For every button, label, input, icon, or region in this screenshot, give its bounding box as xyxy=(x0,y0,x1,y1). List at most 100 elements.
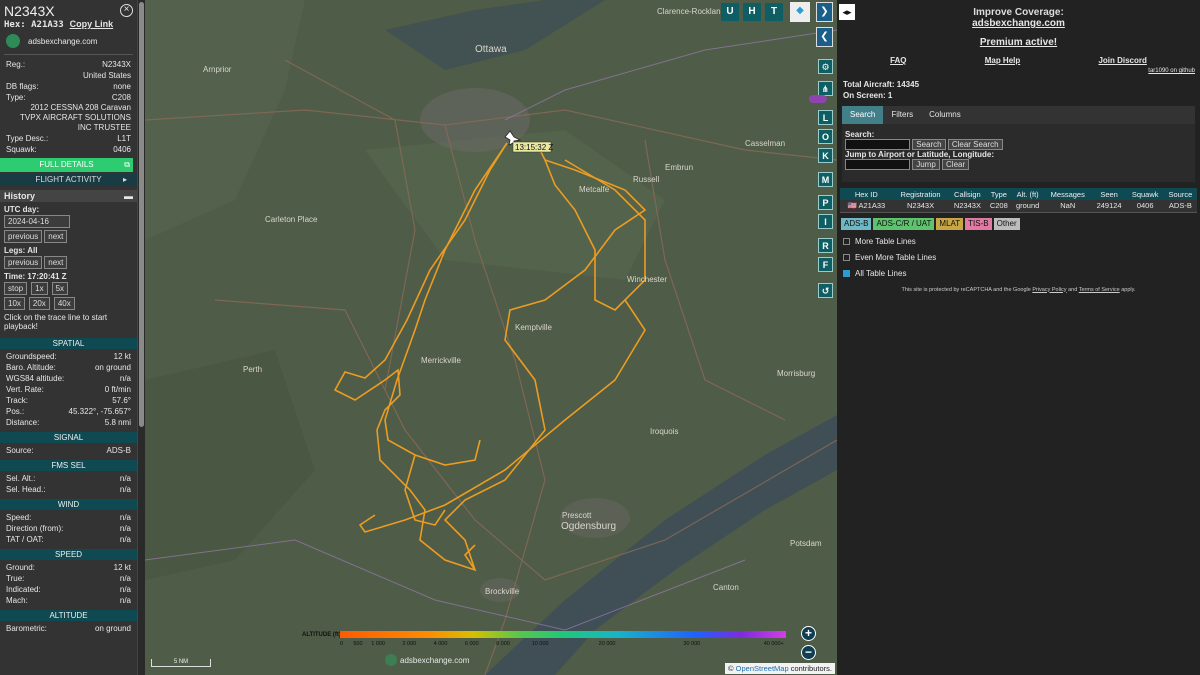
spatial-row: Groundspeed: 12 kt xyxy=(0,351,137,362)
table-cell: ADS-B xyxy=(1163,200,1197,213)
leg-previous-button[interactable]: previous xyxy=(4,256,43,269)
collapse-icon[interactable]: ▬ xyxy=(124,191,133,201)
table-row[interactable]: 🇺🇸 A21A33 N2343X N2343X C208 ground NaN 249124… xyxy=(840,200,1197,213)
close-icon[interactable]: × xyxy=(120,4,133,17)
day-previous-button[interactable]: previous xyxy=(4,230,43,243)
leg-next-button[interactable]: next xyxy=(44,256,68,269)
column-header[interactable]: Callsign xyxy=(948,188,987,200)
jump-button[interactable]: Jump xyxy=(912,159,940,170)
utc-day-input[interactable]: 2024-04-16 xyxy=(4,215,70,228)
legend-tick: 40 000+ xyxy=(763,641,784,647)
map-o-button[interactable]: O xyxy=(818,129,833,144)
wind-label: Direction (from): xyxy=(6,524,64,533)
sitemap-icon[interactable]: ⋔ xyxy=(818,81,833,96)
map-l-button[interactable]: L xyxy=(818,110,833,125)
map-p-button[interactable]: P xyxy=(818,195,833,210)
map-canvas[interactable]: Ottawa Clarence-Rockland Arnprior Casselma… xyxy=(145,0,837,675)
apply-text: apply. xyxy=(1121,286,1136,293)
map-i-button[interactable]: I xyxy=(818,214,833,229)
column-header[interactable]: Type xyxy=(986,188,1012,200)
map-help-link[interactable]: Map Help xyxy=(985,56,1021,65)
even-more-checkbox[interactable] xyxy=(843,253,850,261)
map-r-button[interactable]: R xyxy=(818,238,833,253)
filter-adsc[interactable]: ADS-C/R / UAT xyxy=(873,217,935,230)
jump-input[interactable] xyxy=(845,159,910,170)
privacy-link[interactable]: Privacy Policy xyxy=(1032,287,1066,293)
sidebar-scrollbar[interactable] xyxy=(137,0,145,675)
copy-link[interactable]: Copy Link xyxy=(70,19,114,29)
history-header[interactable]: History ▬ xyxy=(0,190,137,202)
filter-adsb[interactable]: ADS-B xyxy=(841,217,872,230)
clear-button[interactable]: Clear xyxy=(942,159,970,170)
full-details-button[interactable]: FULL DETAILS ⧉ xyxy=(0,158,133,172)
spatial-row: Distance: 5.8 nmi xyxy=(0,417,137,428)
spatial-value: 45.322°, -75.657° xyxy=(68,407,131,416)
filter-mlat[interactable]: MLAT xyxy=(936,217,964,230)
osm-link[interactable]: OpenStreetMap xyxy=(736,664,789,673)
column-header[interactable]: Seen xyxy=(1091,188,1127,200)
map-t-button[interactable]: T xyxy=(765,3,783,21)
improve-coverage-link[interactable]: adsbexchange.com xyxy=(837,18,1200,29)
aircraft-list-panel: ◂▸ Improve Coverage: adsbexchange.com Pr… xyxy=(837,0,1200,675)
expand-right-icon[interactable]: ❯ xyxy=(816,2,833,22)
adsbx-logo-icon xyxy=(385,654,397,666)
map-k-button[interactable]: K xyxy=(818,148,833,163)
zoom-out-button[interactable]: − xyxy=(801,645,816,660)
terms-link[interactable]: Terms of Service xyxy=(1079,287,1120,293)
speed-20x-button[interactable]: 20x xyxy=(28,297,50,310)
tab-columns[interactable]: Columns xyxy=(921,106,969,124)
search-input[interactable] xyxy=(845,139,910,150)
altitude-row: Barometric: on ground xyxy=(0,623,137,634)
more-lines-option[interactable]: More Table Lines xyxy=(837,230,1200,246)
premium-link[interactable]: Premium active! xyxy=(837,37,1200,48)
collapse-left-icon[interactable]: ❮ xyxy=(816,27,833,47)
beta-badge-icon[interactable] xyxy=(809,95,827,103)
filter-tisb[interactable]: TIS-B xyxy=(965,217,992,230)
search-button[interactable]: Search xyxy=(912,139,946,150)
place-label: Ottawa xyxy=(475,44,507,55)
column-header[interactable]: Hex ID xyxy=(840,188,893,200)
clear-search-button[interactable]: Clear Search xyxy=(947,139,1003,150)
recaptcha-text: This site is protected by reCAPTCHA and … xyxy=(901,286,1031,293)
speed-1x-button[interactable]: 1x xyxy=(31,282,48,295)
github-link[interactable]: tar1090 on github xyxy=(837,68,1200,74)
map-m-button[interactable]: M xyxy=(818,172,833,187)
scrollbar-thumb[interactable] xyxy=(139,2,144,427)
filter-other[interactable]: Other xyxy=(993,217,1020,230)
discord-link[interactable]: Join Discord xyxy=(1098,56,1146,65)
speed-row: Mach: n/a xyxy=(0,595,137,606)
even-more-option[interactable]: Even More Table Lines xyxy=(837,246,1200,262)
faq-link[interactable]: FAQ xyxy=(890,56,906,65)
map-u-button[interactable]: U xyxy=(721,3,739,21)
replay-icon[interactable]: ↺ xyxy=(818,283,833,298)
map-f-button[interactable]: F xyxy=(818,257,833,272)
site-link[interactable]: adsbexchange.com xyxy=(0,30,137,52)
flight-activity-button[interactable]: FLIGHT ACTIVITY ▸ xyxy=(0,174,137,186)
map-h-button[interactable]: H xyxy=(743,3,761,21)
table-header: Hex ID Registration Callsign Type Alt. (ft) M… xyxy=(840,188,1197,200)
place-label: Iroquois xyxy=(650,427,678,436)
column-header[interactable]: Source xyxy=(1163,188,1197,200)
zoom-in-button[interactable]: + xyxy=(801,626,816,641)
all-lines-option[interactable]: All Table Lines xyxy=(837,262,1200,278)
column-header[interactable]: Alt. (ft) xyxy=(1011,188,1044,200)
altitude-label: Barometric: xyxy=(6,624,47,633)
column-header[interactable]: Registration xyxy=(892,188,949,200)
toggle-sidebar-icon[interactable]: ◂▸ xyxy=(839,4,855,20)
tab-search[interactable]: Search xyxy=(842,106,884,124)
all-lines-checkbox[interactable] xyxy=(843,269,850,277)
speed-10x-button[interactable]: 10x xyxy=(4,297,25,310)
speed-40x-button[interactable]: 40x xyxy=(53,297,75,310)
on-screen-count: On Screen: 1 xyxy=(843,91,893,100)
stop-button[interactable]: stop xyxy=(4,282,28,295)
speed-5x-button[interactable]: 5x xyxy=(51,282,69,295)
column-header[interactable]: Messages xyxy=(1043,188,1092,200)
more-lines-checkbox[interactable] xyxy=(843,237,850,245)
day-next-button[interactable]: next xyxy=(44,230,68,243)
settings-gear-icon[interactable]: ⚙ xyxy=(818,59,833,74)
tab-filters[interactable]: Filters xyxy=(883,106,921,124)
layers-icon[interactable]: ◆ xyxy=(790,2,810,22)
column-header[interactable]: Squawk xyxy=(1126,188,1164,200)
map-view[interactable]: Ottawa Clarence-Rockland Arnprior Casselma… xyxy=(145,0,837,675)
wind-value: n/a xyxy=(119,524,131,533)
